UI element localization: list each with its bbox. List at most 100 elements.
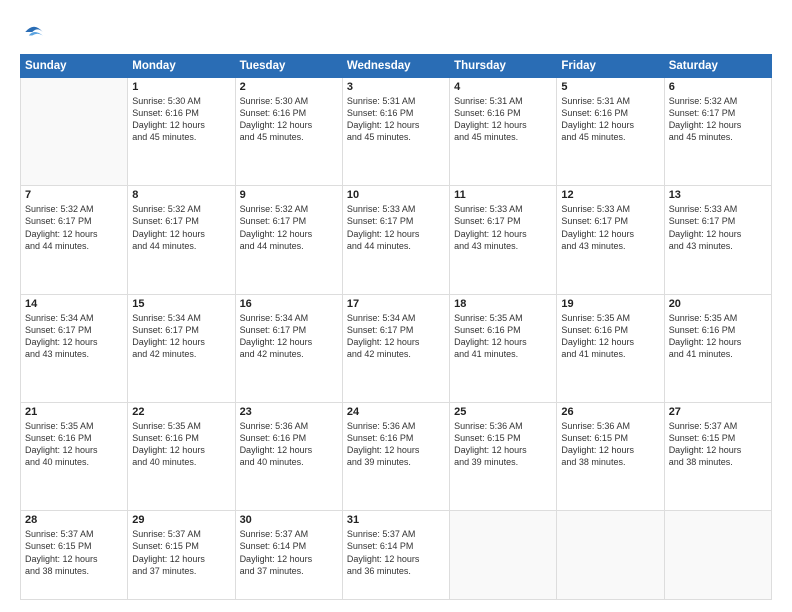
calendar-cell: 6Sunrise: 5:32 AM Sunset: 6:17 PM Daylig… <box>664 78 771 186</box>
day-info: Sunrise: 5:37 AM Sunset: 6:15 PM Dayligh… <box>669 420 767 469</box>
weekday-header: Sunday <box>21 55 128 78</box>
calendar-header-row: SundayMondayTuesdayWednesdayThursdayFrid… <box>21 55 772 78</box>
day-number: 7 <box>25 189 123 201</box>
calendar-cell: 3 Sunrise: 5:31 AM Sunset: 6:16 PM Daylig… <box>342 78 449 186</box>
day-info: Sunrise: 5:35 AM Sunset: 6:16 PM Dayligh… <box>561 312 659 361</box>
weekday-header: Friday <box>557 55 664 78</box>
calendar-cell: 26 Sunrise: 5:36 AM Sunset: 6:15 PM Dayli… <box>557 402 664 510</box>
calendar-cell: 17 Sunrise: 5:34 AM Sunset: 6:17 PM Dayli… <box>342 294 449 402</box>
day-info: Sunrise: 5:33 AM Sunset: 6:17 PM Dayligh… <box>561 203 659 252</box>
calendar-cell: 24 Sunrise: 5:36 AM Sunset: 6:16 PM Dayli… <box>342 402 449 510</box>
calendar-cell: 9 Sunrise: 5:32 AM Sunset: 6:17 PM Daylig… <box>235 186 342 294</box>
calendar-cell: 30Sunrise: 5:37 AM Sunset: 6:14 PM Dayli… <box>235 511 342 600</box>
day-number: 10 <box>347 189 445 201</box>
calendar-cell: 29Sunrise: 5:37 AM Sunset: 6:15 PM Dayli… <box>128 511 235 600</box>
page: SundayMondayTuesdayWednesdayThursdayFrid… <box>0 0 792 612</box>
day-number: 26 <box>561 406 659 418</box>
day-info: Sunrise: 5:36 AM Sunset: 6:16 PM Dayligh… <box>347 420 445 469</box>
day-number: 16 <box>240 298 338 310</box>
day-number: 13 <box>669 189 767 201</box>
calendar-cell: 11Sunrise: 5:33 AM Sunset: 6:17 PM Dayli… <box>450 186 557 294</box>
day-info: Sunrise: 5:32 AM Sunset: 6:17 PM Dayligh… <box>669 95 767 144</box>
calendar-cell: 4 Sunrise: 5:31 AM Sunset: 6:16 PM Daylig… <box>450 78 557 186</box>
calendar-cell: 25 Sunrise: 5:36 AM Sunset: 6:15 PM Dayli… <box>450 402 557 510</box>
day-number: 20 <box>669 298 767 310</box>
day-number: 19 <box>561 298 659 310</box>
weekday-header: Saturday <box>664 55 771 78</box>
calendar-cell: 22 Sunrise: 5:35 AM Sunset: 6:16 PM Dayli… <box>128 402 235 510</box>
day-number: 22 <box>132 406 230 418</box>
calendar-cell <box>450 511 557 600</box>
logo-icon <box>20 18 48 46</box>
calendar-cell: 10 Sunrise: 5:33 AM Sunset: 6:17 PM Dayli… <box>342 186 449 294</box>
day-number: 4 <box>454 81 552 93</box>
week-row: 7 Sunrise: 5:32 AM Sunset: 6:17 PM Daylig… <box>21 186 772 294</box>
calendar-cell: 28Sunrise: 5:37 AM Sunset: 6:15 PM Dayli… <box>21 511 128 600</box>
calendar-cell: 31Sunrise: 5:37 AM Sunset: 6:14 PM Dayli… <box>342 511 449 600</box>
calendar-cell: 19 Sunrise: 5:35 AM Sunset: 6:16 PM Dayli… <box>557 294 664 402</box>
day-number: 17 <box>347 298 445 310</box>
day-info: Sunrise: 5:31 AM Sunset: 6:16 PM Dayligh… <box>454 95 552 144</box>
calendar-cell: 13 Sunrise: 5:33 AM Sunset: 6:17 PM Dayli… <box>664 186 771 294</box>
weekday-header: Monday <box>128 55 235 78</box>
day-number: 14 <box>25 298 123 310</box>
weekday-header: Wednesday <box>342 55 449 78</box>
day-info: Sunrise: 5:36 AM Sunset: 6:15 PM Dayligh… <box>454 420 552 469</box>
calendar-cell: 12 Sunrise: 5:33 AM Sunset: 6:17 PM Dayli… <box>557 186 664 294</box>
week-row: 1 Sunrise: 5:30 AM Sunset: 6:16 PM Daylig… <box>21 78 772 186</box>
day-info: Sunrise: 5:34 AM Sunset: 6:17 PM Dayligh… <box>240 312 338 361</box>
calendar-cell: 8Sunrise: 5:32 AM Sunset: 6:17 PM Daylig… <box>128 186 235 294</box>
day-info: Sunrise: 5:35 AM Sunset: 6:16 PM Dayligh… <box>669 312 767 361</box>
calendar-cell: 2Sunrise: 5:30 AM Sunset: 6:16 PM Daylig… <box>235 78 342 186</box>
day-info: Sunrise: 5:33 AM Sunset: 6:17 PM Dayligh… <box>669 203 767 252</box>
day-number: 9 <box>240 189 338 201</box>
day-info: Sunrise: 5:34 AM Sunset: 6:17 PM Dayligh… <box>347 312 445 361</box>
day-number: 3 <box>347 81 445 93</box>
day-info: Sunrise: 5:32 AM Sunset: 6:17 PM Dayligh… <box>25 203 123 252</box>
day-info: Sunrise: 5:32 AM Sunset: 6:17 PM Dayligh… <box>132 203 230 252</box>
day-number: 21 <box>25 406 123 418</box>
day-info: Sunrise: 5:31 AM Sunset: 6:16 PM Dayligh… <box>561 95 659 144</box>
day-number: 24 <box>347 406 445 418</box>
week-row: 28Sunrise: 5:37 AM Sunset: 6:15 PM Dayli… <box>21 511 772 600</box>
weekday-header: Thursday <box>450 55 557 78</box>
day-info: Sunrise: 5:31 AM Sunset: 6:16 PM Dayligh… <box>347 95 445 144</box>
day-number: 31 <box>347 514 445 526</box>
day-info: Sunrise: 5:37 AM Sunset: 6:15 PM Dayligh… <box>132 528 230 577</box>
day-number: 25 <box>454 406 552 418</box>
week-row: 21 Sunrise: 5:35 AM Sunset: 6:16 PM Dayli… <box>21 402 772 510</box>
day-info: Sunrise: 5:30 AM Sunset: 6:16 PM Dayligh… <box>132 95 230 144</box>
day-info: Sunrise: 5:33 AM Sunset: 6:17 PM Dayligh… <box>347 203 445 252</box>
calendar-cell: 15 Sunrise: 5:34 AM Sunset: 6:17 PM Dayli… <box>128 294 235 402</box>
day-info: Sunrise: 5:37 AM Sunset: 6:15 PM Dayligh… <box>25 528 123 577</box>
calendar-cell: 7 Sunrise: 5:32 AM Sunset: 6:17 PM Daylig… <box>21 186 128 294</box>
calendar-cell: 27 Sunrise: 5:37 AM Sunset: 6:15 PM Dayli… <box>664 402 771 510</box>
calendar-cell: 1 Sunrise: 5:30 AM Sunset: 6:16 PM Daylig… <box>128 78 235 186</box>
calendar-cell <box>557 511 664 600</box>
day-info: Sunrise: 5:32 AM Sunset: 6:17 PM Dayligh… <box>240 203 338 252</box>
day-info: Sunrise: 5:30 AM Sunset: 6:16 PM Dayligh… <box>240 95 338 144</box>
day-number: 23 <box>240 406 338 418</box>
day-info: Sunrise: 5:37 AM Sunset: 6:14 PM Dayligh… <box>240 528 338 577</box>
day-info: Sunrise: 5:34 AM Sunset: 6:17 PM Dayligh… <box>132 312 230 361</box>
day-number: 15 <box>132 298 230 310</box>
day-info: Sunrise: 5:35 AM Sunset: 6:16 PM Dayligh… <box>454 312 552 361</box>
day-number: 12 <box>561 189 659 201</box>
calendar-cell: 5Sunrise: 5:31 AM Sunset: 6:16 PM Daylig… <box>557 78 664 186</box>
day-info: Sunrise: 5:33 AM Sunset: 6:17 PM Dayligh… <box>454 203 552 252</box>
week-row: 14 Sunrise: 5:34 AM Sunset: 6:17 PM Dayli… <box>21 294 772 402</box>
day-number: 27 <box>669 406 767 418</box>
calendar-cell: 21Sunrise: 5:35 AM Sunset: 6:16 PM Dayli… <box>21 402 128 510</box>
calendar-cell <box>21 78 128 186</box>
day-number: 18 <box>454 298 552 310</box>
weekday-header: Tuesday <box>235 55 342 78</box>
calendar-cell: 20 Sunrise: 5:35 AM Sunset: 6:16 PM Dayli… <box>664 294 771 402</box>
logo <box>20 18 52 46</box>
day-info: Sunrise: 5:36 AM Sunset: 6:15 PM Dayligh… <box>561 420 659 469</box>
calendar-cell: 18 Sunrise: 5:35 AM Sunset: 6:16 PM Dayli… <box>450 294 557 402</box>
header <box>20 18 772 46</box>
day-info: Sunrise: 5:35 AM Sunset: 6:16 PM Dayligh… <box>132 420 230 469</box>
day-info: Sunrise: 5:36 AM Sunset: 6:16 PM Dayligh… <box>240 420 338 469</box>
calendar-table: SundayMondayTuesdayWednesdayThursdayFrid… <box>20 54 772 600</box>
day-number: 1 <box>132 81 230 93</box>
